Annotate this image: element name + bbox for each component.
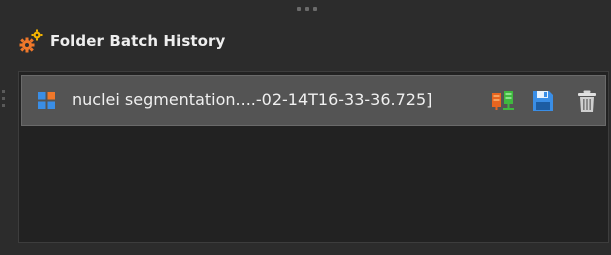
cluster-icon[interactable] [491,89,515,113]
drag-handle[interactable] [297,7,321,13]
history-item-label: nuclei segmentation....-02-14T16-33-36.7… [72,90,433,109]
grip-dot [2,97,5,100]
trash-icon[interactable] [575,89,599,113]
panel-header: Folder Batch History [18,28,225,54]
grip-dot [2,104,5,107]
floppy-disk-icon[interactable] [531,89,555,113]
side-resize-handle[interactable] [2,90,6,114]
grid-app-icon [38,92,55,109]
folder-batch-history-window: Folder Batch History nuclei segmentation… [0,0,611,255]
history-list-item[interactable]: nuclei segmentation....-02-14T16-33-36.7… [21,75,606,126]
grip-dot [313,7,317,11]
grip-dot [305,7,309,11]
grip-dot [2,90,5,93]
panel-title: Folder Batch History [50,32,226,50]
grip-dot [297,7,301,11]
gears-icon [19,29,43,53]
batch-history-list[interactable]: nuclei segmentation....-02-14T16-33-36.7… [18,71,609,243]
